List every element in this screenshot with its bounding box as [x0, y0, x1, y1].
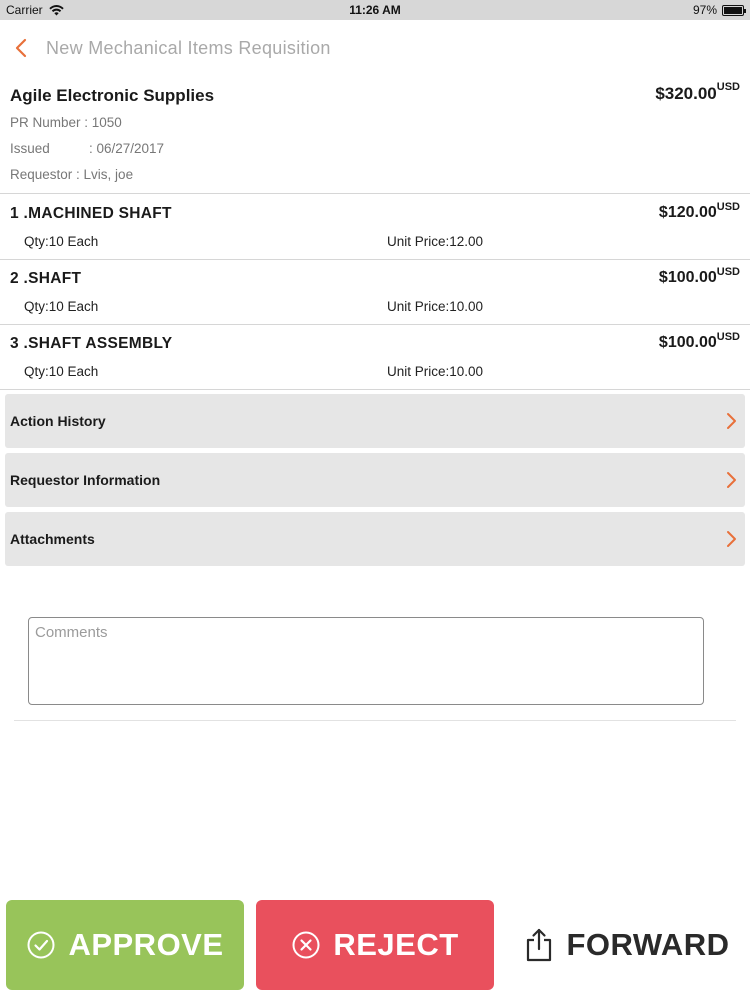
item-unit-price: Unit Price:10.00: [387, 299, 484, 314]
item-currency: USD: [716, 266, 740, 278]
requestor-row: Requestor : Lvis, joe: [10, 167, 133, 182]
line-item[interactable]: 2 .SHAFT $100.00USD Qty:10 Each Unit Pri…: [0, 260, 750, 325]
approve-button[interactable]: APPROVE: [6, 900, 244, 990]
reject-button[interactable]: REJECT: [256, 900, 494, 990]
nav-bar: New Mechanical Items Requisition: [0, 20, 750, 76]
item-amount: $120.00USD: [658, 201, 740, 222]
back-chevron-icon[interactable]: [12, 36, 32, 60]
requisition-header: Agile Electronic Supplies $320.00USD PR …: [0, 76, 750, 194]
comments-input[interactable]: [28, 617, 704, 705]
x-circle-icon: [291, 930, 321, 960]
issued-row: Issued : 06/27/2017: [10, 141, 164, 156]
total-amount: $320.00: [655, 84, 717, 103]
section-label: Attachments: [10, 531, 95, 547]
issued-label: Issued: [10, 141, 50, 156]
section-label: Requestor Information: [10, 472, 161, 488]
requestor-label: Requestor: [10, 167, 73, 182]
item-qty: Qty:10 Each: [24, 299, 99, 314]
chevron-right-icon: [727, 472, 736, 488]
requisition-total: $320.00USD: [655, 81, 740, 104]
check-circle-icon: [26, 930, 56, 960]
battery-info: 97%: [692, 3, 746, 17]
battery-icon: [722, 4, 746, 16]
item-currency: USD: [716, 331, 740, 343]
status-bar: Carrier 11:26 AM 97%: [0, 0, 750, 20]
item-name: 3 .SHAFT ASSEMBLY: [10, 335, 173, 352]
item-name: 2 .SHAFT: [10, 270, 82, 287]
pr-number-label: PR Number: [10, 115, 81, 130]
item-amount-value: $120.00: [658, 204, 717, 221]
pr-number-row: PR Number : 1050: [10, 115, 122, 130]
vendor-name: Agile Electronic Supplies: [10, 86, 215, 105]
item-amount: $100.00USD: [658, 266, 740, 287]
section-requestor-information[interactable]: Requestor Information: [5, 453, 745, 507]
approve-label: APPROVE: [68, 927, 224, 962]
line-item[interactable]: 1 .MACHINED SHAFT $120.00USD Qty:10 Each…: [0, 195, 750, 260]
forward-button[interactable]: FORWARD: [510, 900, 744, 990]
item-amount-value: $100.00: [658, 269, 717, 286]
total-currency: USD: [716, 81, 740, 93]
status-time: 11:26 AM: [349, 3, 401, 17]
item-unit-price: Unit Price:12.00: [387, 234, 484, 249]
section-label: Action History: [10, 413, 106, 429]
section-action-history[interactable]: Action History: [5, 394, 745, 448]
pr-number-value: : 1050: [80, 115, 122, 130]
requestor-value: : Lvis, joe: [72, 167, 134, 182]
chevron-right-icon: [727, 531, 736, 547]
share-icon: [524, 927, 554, 963]
section-attachments[interactable]: Attachments: [5, 512, 745, 566]
battery-percent: 97%: [692, 3, 717, 17]
item-amount: $100.00USD: [658, 331, 740, 352]
divider: [14, 720, 736, 721]
chevron-right-icon: [727, 413, 736, 429]
item-currency: USD: [716, 201, 740, 213]
item-qty: Qty:10 Each: [24, 364, 99, 379]
page-title: New Mechanical Items Requisition: [46, 38, 331, 58]
issued-value: : 06/27/2017: [89, 141, 165, 156]
reject-label: REJECT: [333, 927, 459, 962]
forward-label: FORWARD: [566, 927, 730, 962]
item-unit-price: Unit Price:10.00: [387, 364, 484, 379]
item-name: 1 .MACHINED SHAFT: [10, 205, 172, 222]
line-item[interactable]: 3 .SHAFT ASSEMBLY $100.00USD Qty:10 Each…: [0, 325, 750, 390]
item-amount-value: $100.00: [658, 334, 717, 351]
item-qty: Qty:10 Each: [24, 234, 99, 249]
